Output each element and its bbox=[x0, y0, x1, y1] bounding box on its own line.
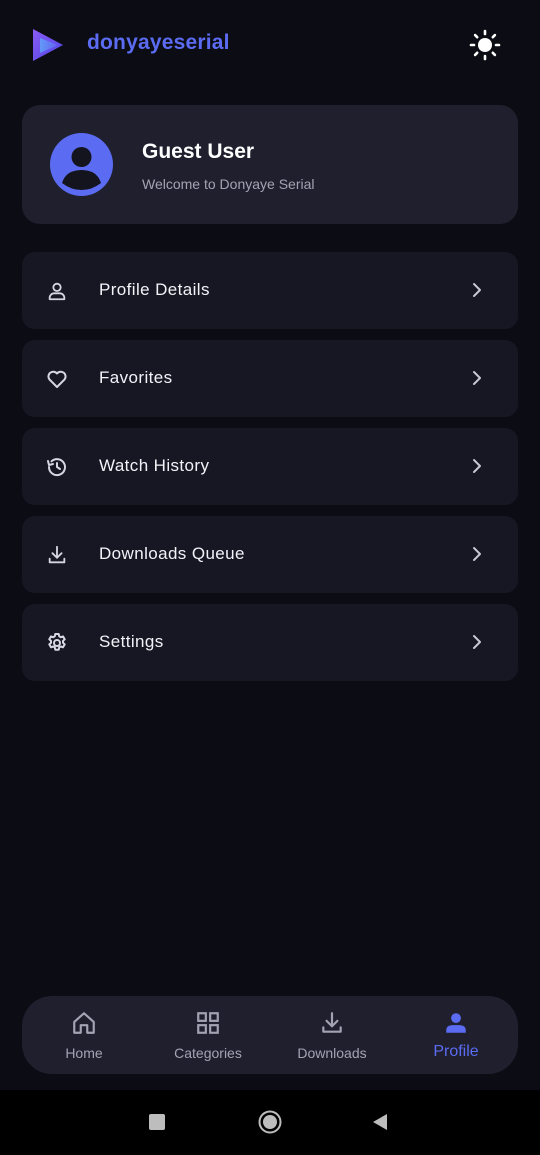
nav-label: Categories bbox=[174, 1045, 242, 1061]
brand-name: donyayeserial bbox=[87, 31, 230, 54]
nav-home[interactable]: Home bbox=[22, 996, 146, 1074]
home-circle-icon[interactable] bbox=[258, 1110, 282, 1134]
menu-item-settings[interactable]: Settings bbox=[22, 604, 518, 681]
home-icon bbox=[70, 1009, 98, 1037]
chevron-right-icon bbox=[473, 283, 481, 297]
user-name: Guest User bbox=[142, 140, 255, 163]
back-triangle-icon[interactable] bbox=[371, 1113, 389, 1131]
user-avatar-icon bbox=[62, 147, 101, 190]
app-header: donyayeserial bbox=[0, 0, 540, 90]
menu-item-label: Profile Details bbox=[99, 280, 210, 299]
profile-screen: donyayeserial Guest User Welcome to Dony… bbox=[0, 0, 540, 1155]
profile-card: Guest User Welcome to Donyaye Serial bbox=[22, 105, 518, 224]
menu-item-profile-details[interactable]: Profile Details bbox=[22, 252, 518, 329]
avatar bbox=[50, 133, 113, 196]
person-icon bbox=[442, 1009, 470, 1037]
system-navigation-bar bbox=[0, 1090, 540, 1155]
chevron-right-icon bbox=[473, 635, 481, 649]
menu-item-label: Watch History bbox=[99, 456, 210, 475]
chevron-right-icon bbox=[473, 547, 481, 561]
theme-toggle-button[interactable] bbox=[466, 26, 504, 64]
menu-item-downloads-queue[interactable]: Downloads Queue bbox=[22, 516, 518, 593]
sun-icon bbox=[469, 29, 501, 61]
bottom-navigation: Home Categories Downloads Profile bbox=[22, 996, 518, 1074]
menu-item-label: Settings bbox=[99, 632, 164, 651]
menu-item-favorites[interactable]: Favorites bbox=[22, 340, 518, 417]
menu-item-label: Downloads Queue bbox=[99, 544, 245, 563]
recents-square-icon[interactable] bbox=[149, 1114, 165, 1130]
nav-profile[interactable]: Profile bbox=[394, 996, 518, 1074]
nav-label: Downloads bbox=[297, 1045, 367, 1061]
nav-downloads[interactable]: Downloads bbox=[270, 996, 394, 1074]
download-icon bbox=[44, 542, 70, 568]
download-icon bbox=[318, 1009, 346, 1037]
menu-item-label: Favorites bbox=[99, 368, 173, 387]
gear-icon bbox=[44, 630, 70, 656]
user-icon bbox=[44, 278, 70, 304]
welcome-text: Welcome to Donyaye Serial bbox=[142, 176, 315, 192]
history-icon bbox=[44, 454, 70, 480]
chevron-right-icon bbox=[473, 459, 481, 473]
chevron-right-icon bbox=[473, 371, 481, 385]
heart-icon bbox=[44, 366, 70, 392]
grid-icon bbox=[194, 1009, 222, 1037]
play-logo-icon bbox=[33, 29, 63, 61]
nav-label: Home bbox=[65, 1045, 103, 1061]
nav-label: Profile bbox=[433, 1043, 479, 1060]
menu-item-watch-history[interactable]: Watch History bbox=[22, 428, 518, 505]
nav-categories[interactable]: Categories bbox=[146, 996, 270, 1074]
